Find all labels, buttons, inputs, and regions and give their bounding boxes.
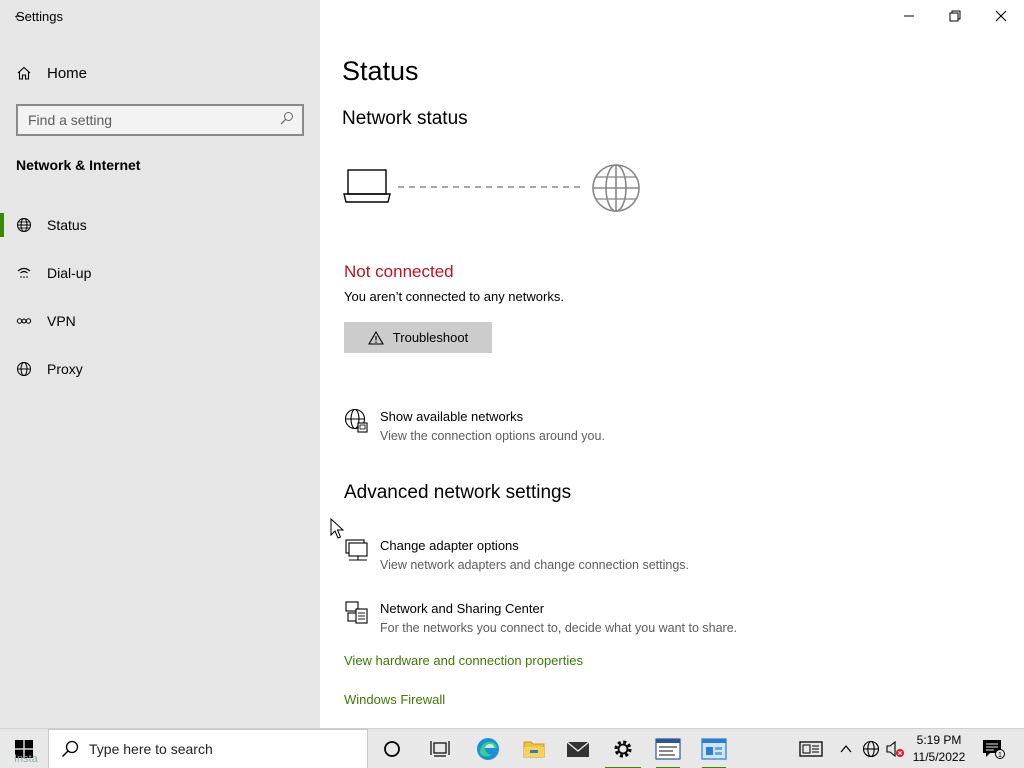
control-panel-icon — [701, 738, 727, 760]
app-window-icon — [655, 738, 681, 760]
window-title: Settings — [16, 9, 63, 24]
globe-icon — [16, 217, 32, 233]
network-globe-icon — [344, 408, 368, 433]
setting-search-box[interactable] — [16, 104, 304, 136]
home-icon — [16, 65, 32, 81]
action-center-button[interactable]: 1 — [978, 729, 1008, 768]
change-adapter-options[interactable]: Change adapter options View network adap… — [344, 537, 689, 575]
troubleshoot-label: Troubleshoot — [392, 330, 469, 345]
mouse-cursor-icon — [330, 518, 344, 539]
page-title: Status — [342, 56, 419, 86]
adapter-description: View network adapters and change connect… — [380, 558, 689, 572]
install-watermark: Insta — [14, 753, 38, 765]
view-hardware-properties-link[interactable]: View hardware and connection properties — [344, 653, 583, 668]
sidebar-item-dial-up[interactable]: Dial-up — [0, 253, 320, 293]
volume-tray-button[interactable] — [884, 729, 906, 768]
news-icon — [799, 741, 823, 757]
advanced-settings-heading: Advanced network settings — [344, 482, 572, 503]
settings-sidebar: ← Settings Home Network & Internet Statu… — [0, 0, 320, 728]
taskbar-edge[interactable] — [466, 729, 510, 768]
sidebar-item-status-label: Status — [47, 217, 87, 233]
show-hidden-icons-button[interactable] — [836, 729, 856, 768]
vpn-icon — [16, 313, 32, 329]
volume-muted-icon — [886, 740, 904, 758]
sidebar-item-vpn-label: VPN — [47, 313, 76, 329]
show-available-networks[interactable]: Show available networks View the connect… — [344, 408, 605, 446]
troubleshoot-button[interactable]: Troubleshoot — [344, 322, 492, 353]
sidebar-section-title: Network & Internet — [16, 157, 141, 173]
clock-date: 11/5/2022 — [912, 750, 966, 764]
taskbar-search-box[interactable] — [48, 729, 368, 768]
network-diagram — [342, 160, 642, 221]
cortana-button[interactable] — [370, 729, 414, 768]
adapter-icon — [344, 537, 368, 561]
mail-icon — [566, 741, 590, 757]
network-status-heading: Network status — [342, 108, 468, 129]
connection-status-description: You aren’t connected to any networks. — [344, 289, 564, 304]
search-icon[interactable] — [280, 111, 294, 130]
edge-browser-icon — [477, 738, 499, 760]
taskbar-file-explorer[interactable] — [512, 729, 556, 768]
sidebar-item-home[interactable]: Home — [16, 62, 87, 84]
internet-globe-icon — [592, 164, 640, 212]
notification-icon: 1 — [983, 740, 1005, 759]
chevron-up-icon — [840, 745, 852, 753]
connection-status-text: Not connected — [344, 262, 454, 281]
sidebar-item-home-label: Home — [47, 64, 88, 82]
dialup-icon — [16, 265, 32, 281]
sidebar-item-dial-up-label: Dial-up — [47, 265, 92, 281]
setting-search-input[interactable] — [28, 112, 280, 128]
taskbar-settings[interactable] — [601, 729, 645, 768]
taskbar-clock[interactable]: 5:19 PM 11/5/2022 — [906, 732, 972, 766]
clock-time: 5:19 PM — [916, 733, 962, 747]
news-widget-button[interactable] — [796, 729, 826, 768]
folder-icon — [523, 741, 545, 758]
warning-icon — [367, 330, 384, 345]
taskbar-mail[interactable] — [556, 729, 600, 768]
notification-count: 1 — [998, 752, 1002, 759]
sharing-description: For the networks you connect to, decide … — [380, 621, 738, 635]
taskbar: Insta 5:19 PM 11/5/2022 — [0, 728, 1024, 768]
gear-icon — [614, 740, 632, 758]
show-networks-description: View the connection options around you. — [380, 429, 605, 443]
main-content: Status Network status Not connected You … — [320, 0, 1024, 728]
task-view-icon — [430, 741, 450, 757]
taskbar-search-input[interactable] — [89, 741, 329, 757]
sharing-title: Network and Sharing Center — [380, 601, 545, 616]
globe-icon — [16, 361, 32, 377]
network-sharing-center[interactable]: Network and Sharing Center For the netwo… — [344, 600, 737, 638]
sidebar-item-proxy-label: Proxy — [47, 361, 83, 377]
show-networks-title: Show available networks — [380, 409, 524, 424]
sharing-center-icon — [344, 600, 368, 624]
sidebar-item-status[interactable]: Status — [0, 205, 320, 245]
start-button[interactable]: Insta — [0, 729, 48, 768]
cortana-circle-icon — [384, 741, 400, 757]
task-view-button[interactable] — [418, 729, 462, 768]
search-icon — [61, 740, 79, 758]
windows-firewall-link[interactable]: Windows Firewall — [344, 692, 445, 707]
taskbar-app-window-1[interactable] — [646, 729, 690, 768]
network-tray-button[interactable] — [860, 729, 882, 768]
taskbar-app-window-2[interactable] — [692, 729, 736, 768]
sidebar-item-proxy[interactable]: Proxy — [0, 349, 320, 389]
network-globe-icon — [862, 740, 880, 758]
adapter-title: Change adapter options — [380, 538, 519, 553]
sidebar-item-vpn[interactable]: VPN — [0, 301, 320, 341]
laptop-icon — [343, 169, 391, 203]
